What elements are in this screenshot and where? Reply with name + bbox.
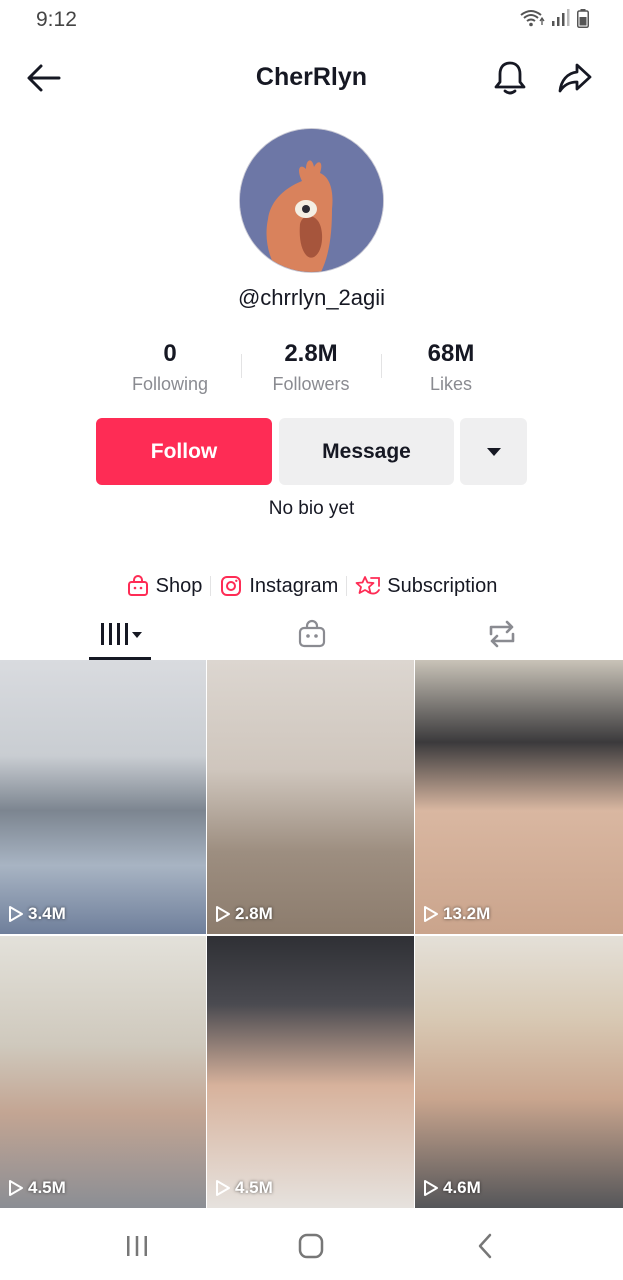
view-count-text: 4.5M	[235, 1178, 273, 1197]
video-grid: 3.4M 2.8M 13.2M 4.5M 4.5M 4.6M	[0, 660, 623, 1208]
view-count: 4.5M	[8, 1178, 66, 1198]
view-count: 2.8M	[215, 904, 273, 924]
play-icon	[216, 906, 230, 922]
wifi-icon	[520, 10, 545, 27]
recent-apps-button[interactable]	[112, 1228, 162, 1264]
view-count-text: 4.5M	[28, 1178, 66, 1197]
view-count: 4.5M	[215, 1178, 273, 1198]
link-shop[interactable]: Shop	[118, 574, 211, 598]
play-icon	[424, 906, 438, 922]
link-instagram[interactable]: Instagram	[211, 574, 346, 598]
stat-value: 2.8M	[284, 340, 338, 367]
home-button[interactable]	[286, 1228, 336, 1264]
bell-icon	[494, 61, 526, 95]
home-icon	[298, 1233, 324, 1259]
content-tabs	[0, 608, 623, 660]
chevron-left-icon	[478, 1233, 492, 1259]
video-thumbnail[interactable]: 13.2M	[415, 660, 623, 934]
tab-reposts[interactable]	[472, 608, 532, 660]
link-label: Shop	[155, 574, 203, 597]
profile-stats: 0 Following 2.8M Followers 68M Likes	[100, 338, 523, 402]
view-count-text: 3.4M	[28, 904, 66, 923]
username: @chrrlyn_2agii	[237, 285, 386, 310]
stat-followers[interactable]: 2.8M Followers	[241, 338, 381, 395]
subscription-icon	[355, 576, 381, 595]
recent-apps-icon	[127, 1236, 147, 1256]
profile-header: CherRlyn	[0, 50, 623, 106]
instagram-icon	[221, 576, 242, 596]
grid-videos-icon	[101, 623, 142, 645]
stat-label: Likes	[429, 374, 473, 394]
stat-label: Following	[131, 374, 209, 394]
follow-button[interactable]: Follow	[96, 418, 272, 485]
message-button[interactable]: Message	[279, 418, 454, 485]
play-icon	[424, 1180, 438, 1196]
stat-value: 68M	[427, 340, 475, 367]
repost-icon	[489, 620, 515, 648]
stat-likes[interactable]: 68M Likes	[381, 338, 521, 395]
status-time: 9:12	[36, 8, 77, 31]
video-thumbnail[interactable]: 4.5M	[0, 936, 206, 1208]
play-icon	[216, 1180, 230, 1196]
back-button[interactable]	[22, 58, 66, 98]
avatar[interactable]	[239, 128, 384, 273]
share-arrow-icon	[558, 63, 592, 93]
avatar-image	[240, 129, 383, 272]
profile-links: Shop Instagram Subscription	[0, 570, 623, 602]
view-count: 4.6M	[423, 1178, 481, 1198]
view-count-text: 4.6M	[443, 1178, 481, 1197]
shop-bag-icon	[298, 619, 326, 648]
video-thumbnail[interactable]: 3.4M	[0, 660, 206, 934]
bio-text: No bio yet	[268, 498, 355, 519]
link-label: Instagram	[249, 574, 339, 597]
status-icons	[519, 8, 589, 28]
status-bar: 9:12	[0, 0, 623, 40]
notification-bell-button[interactable]	[488, 56, 532, 100]
caret-down-icon	[486, 447, 501, 456]
view-count-text: 13.2M	[443, 904, 491, 923]
battery-icon	[577, 8, 589, 28]
system-back-button[interactable]	[460, 1228, 510, 1264]
stat-value: 0	[163, 340, 177, 367]
shop-bag-icon	[127, 575, 148, 596]
video-thumbnail[interactable]: 4.5M	[207, 936, 414, 1208]
view-count: 13.2M	[423, 904, 490, 924]
link-label: Subscription	[387, 574, 498, 597]
tab-shop[interactable]	[282, 608, 342, 660]
system-nav-bar	[0, 1208, 623, 1280]
more-options-button[interactable]	[460, 418, 527, 485]
view-count: 3.4M	[8, 904, 66, 924]
link-subscription[interactable]: Subscription	[347, 574, 505, 598]
play-icon	[9, 1180, 23, 1196]
play-icon	[9, 906, 23, 922]
video-thumbnail[interactable]: 4.6M	[415, 936, 623, 1208]
stat-following[interactable]: 0 Following	[100, 338, 240, 395]
stat-label: Followers	[272, 374, 350, 394]
view-count-text: 2.8M	[235, 904, 273, 923]
back-arrow-icon	[27, 64, 61, 92]
signal-icon	[552, 9, 570, 26]
tab-videos[interactable]	[90, 608, 150, 660]
video-thumbnail[interactable]: 2.8M	[207, 660, 414, 934]
share-button[interactable]	[553, 56, 597, 100]
